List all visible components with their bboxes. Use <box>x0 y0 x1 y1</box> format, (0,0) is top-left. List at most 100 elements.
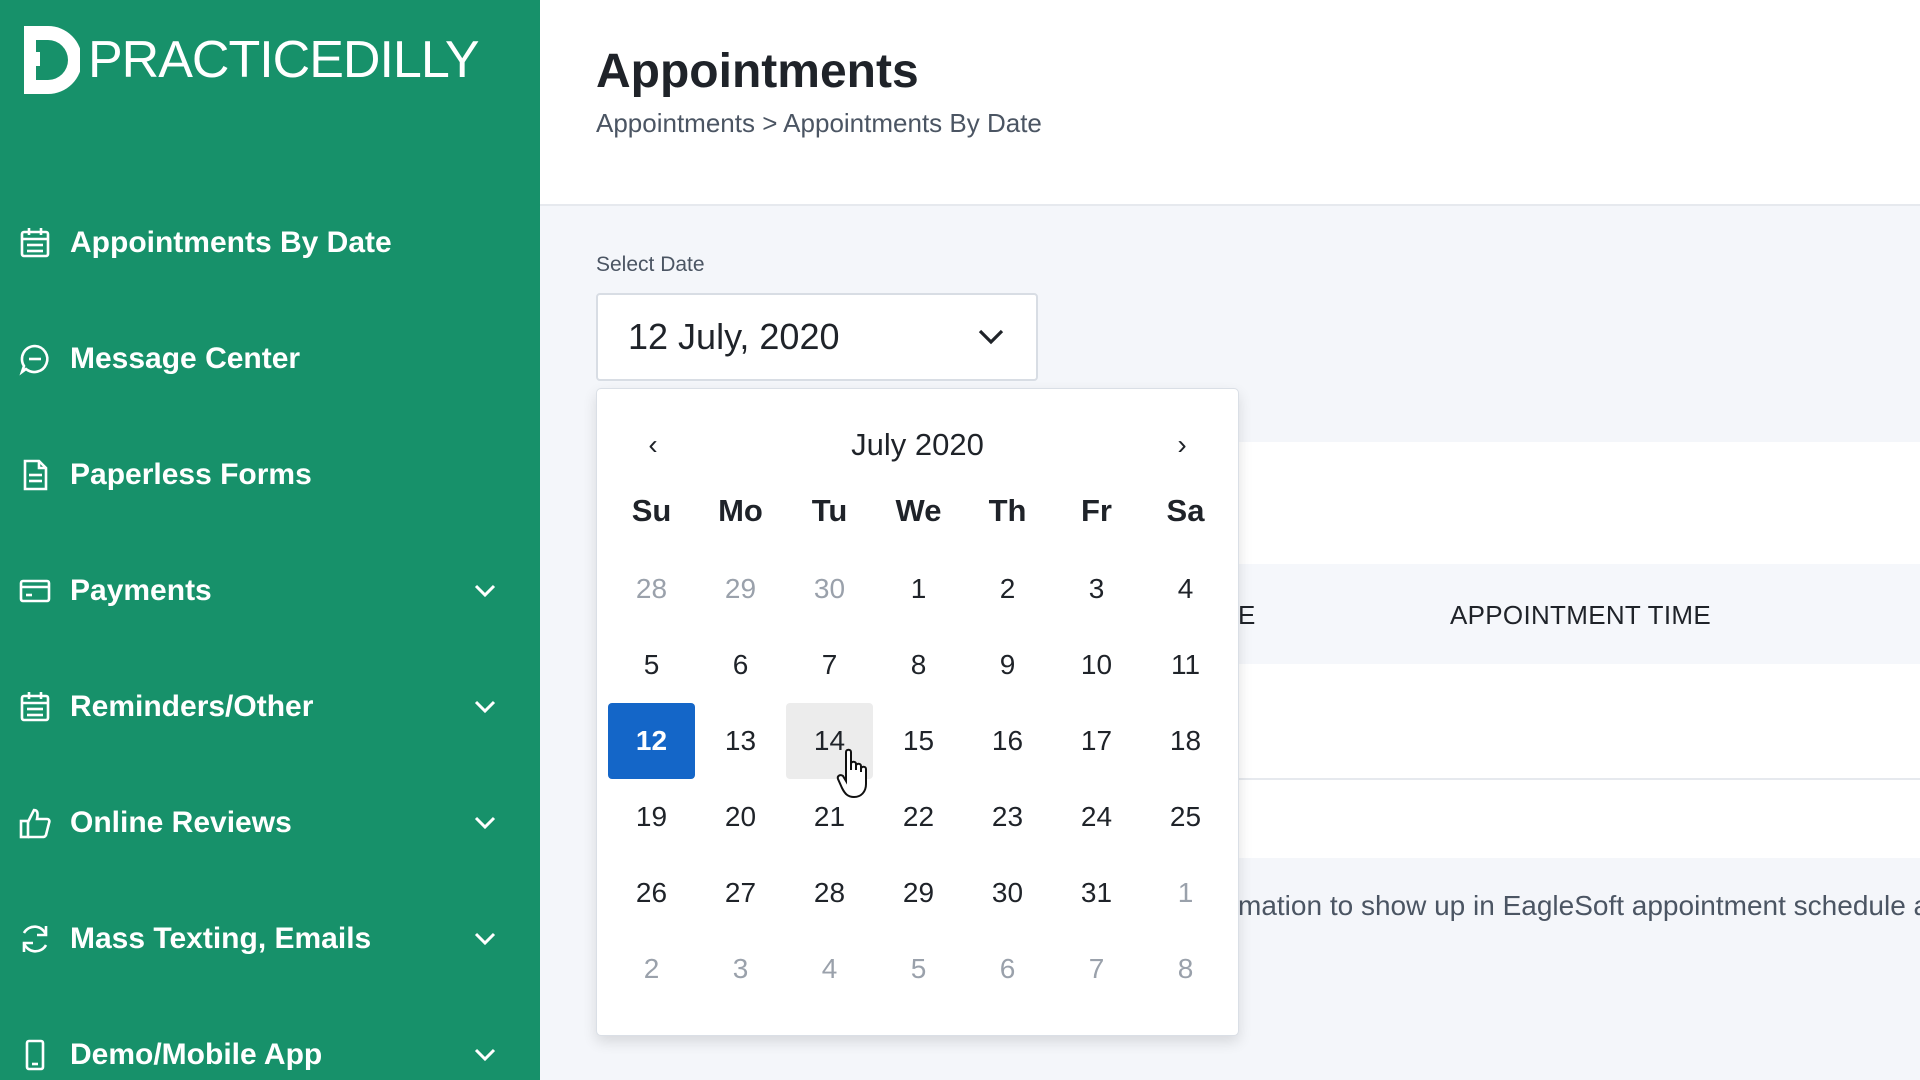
sidebar-item-payments[interactable]: Payments <box>0 533 540 649</box>
calendar-day-selected[interactable]: 12 <box>608 703 695 779</box>
sidebar-item-label: Reminders/Other <box>70 690 314 723</box>
sidebar-item-paperless-forms[interactable]: Paperless Forms <box>0 417 540 533</box>
calendar-day[interactable]: 15 <box>875 703 962 779</box>
info-note: mation to show up in EagleSoft appointme… <box>1238 890 1920 921</box>
sidebar-item-label: Demo/Mobile App <box>70 1038 323 1071</box>
calendar-day[interactable]: 31 <box>1053 855 1140 931</box>
select-date-label: Select Date <box>596 253 705 276</box>
calendar-day[interactable]: 1 <box>875 551 962 627</box>
calendar-day[interactable]: 17 <box>1053 703 1140 779</box>
sidebar-item-reminders-other[interactable]: Reminders/Other <box>0 649 540 765</box>
sidebar-nav: Appointments By Date Message Center Pape… <box>0 185 540 1080</box>
calendar-day[interactable]: 29 <box>875 855 962 931</box>
chevron-down-icon[interactable] <box>470 1040 500 1070</box>
calendar-day[interactable]: 18 <box>1142 703 1229 779</box>
sidebar-item-message-center[interactable]: Message Center <box>0 301 540 417</box>
calendar-day[interactable]: 26 <box>608 855 695 931</box>
sidebar-item-demo-mobile-app[interactable]: Demo/Mobile App <box>0 997 540 1080</box>
calendar-day[interactable]: 3 <box>1053 551 1140 627</box>
calendar-day[interactable]: 8 <box>1142 931 1229 1007</box>
calendar-day[interactable]: 10 <box>1053 627 1140 703</box>
calendar-day[interactable]: 6 <box>697 627 784 703</box>
calendar-day[interactable]: 5 <box>608 627 695 703</box>
appointments-table: E APPOINTMENT TIME <box>1238 442 1920 858</box>
credit-card-icon <box>18 574 52 608</box>
calendar-day[interactable]: 9 <box>964 627 1051 703</box>
chevron-down-icon <box>974 320 1008 354</box>
table-divider <box>1238 778 1920 780</box>
sidebar-item-label: Message Center <box>70 342 301 375</box>
calendar-month-title: July 2020 <box>851 427 984 462</box>
calendar-day[interactable]: 22 <box>875 779 962 855</box>
calendar-icon <box>18 226 52 260</box>
column-header-appointment-time[interactable]: APPOINTMENT TIME <box>1450 600 1711 631</box>
sidebar-item-label: Online Reviews <box>70 806 292 839</box>
chevron-down-icon[interactable] <box>470 692 500 722</box>
sidebar-item-label: Mass Texting, Emails <box>70 922 372 955</box>
chevron-down-icon[interactable] <box>470 808 500 838</box>
calendar-day[interactable]: 28 <box>608 551 695 627</box>
calendar-day[interactable]: 25 <box>1142 779 1229 855</box>
table-header-row: E APPOINTMENT TIME <box>1238 564 1920 664</box>
sidebar-item-mass-texting-emails[interactable]: Mass Texting, Emails <box>0 881 540 997</box>
sidebar-item-label: Paperless Forms <box>70 458 312 491</box>
column-header-partial: E <box>1238 600 1256 630</box>
calendar-day[interactable]: 5 <box>875 931 962 1007</box>
calendar-day[interactable]: 4 <box>786 931 873 1007</box>
mobile-phone-icon <box>18 1038 52 1072</box>
weekday-label: Tu <box>811 493 848 528</box>
sidebar: PRACTICEDILLY Appointments By Date Messa… <box>0 0 540 1080</box>
calendar-day[interactable]: 20 <box>697 779 784 855</box>
page-title: Appointments <box>596 45 919 98</box>
calendar-day[interactable]: 30 <box>786 551 873 627</box>
calendar-day[interactable]: 19 <box>608 779 695 855</box>
weekday-label: Th <box>988 493 1027 528</box>
calendar-day[interactable]: 3 <box>697 931 784 1007</box>
chat-bubble-icon <box>18 342 52 376</box>
calendar-day[interactable]: 7 <box>1053 931 1140 1007</box>
sidebar-item-online-reviews[interactable]: Online Reviews <box>0 765 540 881</box>
hand-pointer-cursor-icon <box>836 748 867 799</box>
document-icon <box>18 458 52 492</box>
calendar-icon <box>18 690 52 724</box>
practicedilly-logo-icon <box>18 26 80 94</box>
sidebar-item-label: Payments <box>70 574 212 607</box>
calendar-day[interactable]: 2 <box>608 931 695 1007</box>
selected-date-value: 12 July, 2020 <box>628 316 840 357</box>
calendar-day[interactable]: 24 <box>1053 779 1140 855</box>
next-month-button[interactable]: › <box>1162 425 1202 465</box>
calendar-day[interactable]: 6 <box>964 931 1051 1007</box>
date-select-dropdown[interactable]: 12 July, 2020 <box>596 293 1038 381</box>
weekday-label: Sa <box>1166 493 1205 528</box>
chevron-down-icon[interactable] <box>470 576 500 606</box>
calendar-day[interactable]: 2 <box>964 551 1051 627</box>
weekday-label: Mo <box>718 493 763 528</box>
calendar-day[interactable]: 13 <box>697 703 784 779</box>
calendar-day-grid: 28 29 30 1 2 3 4 5 6 7 8 9 10 11 12 13 14 15 16 17 18 19 20 21 2… <box>607 551 1230 1007</box>
thumbs-up-icon <box>18 806 52 840</box>
breadcrumb[interactable]: Appointments > Appointments By Date <box>596 108 1042 139</box>
calendar-popup: ‹ July 2020 › Su Mo Tu We Th Fr Sa 28 29 3… <box>596 388 1239 1036</box>
refresh-icon <box>18 922 52 956</box>
sidebar-item-appointments-by-date[interactable]: Appointments By Date <box>0 185 540 301</box>
weekday-label: Fr <box>1081 493 1112 528</box>
calendar-day[interactable]: 28 <box>786 855 873 931</box>
calendar-day[interactable]: 27 <box>697 855 784 931</box>
calendar-day[interactable]: 16 <box>964 703 1051 779</box>
calendar-day[interactable]: 30 <box>964 855 1051 931</box>
calendar-day[interactable]: 23 <box>964 779 1051 855</box>
weekday-label: We <box>895 493 942 528</box>
page-header: Appointments Appointments > Appointments… <box>540 0 1920 206</box>
sidebar-item-label: Appointments By Date <box>70 226 392 259</box>
calendar-day[interactable]: 4 <box>1142 551 1229 627</box>
weekday-header: Su Mo Tu We Th Fr Sa <box>607 489 1230 533</box>
calendar-day[interactable]: 8 <box>875 627 962 703</box>
calendar-day[interactable]: 7 <box>786 627 873 703</box>
calendar-day[interactable]: 29 <box>697 551 784 627</box>
weekday-label: Su <box>631 493 672 528</box>
calendar-day[interactable]: 11 <box>1142 627 1229 703</box>
chevron-down-icon[interactable] <box>470 924 500 954</box>
brand-logo[interactable]: PRACTICEDILLY <box>18 22 480 98</box>
calendar-day[interactable]: 1 <box>1142 855 1229 931</box>
brand-name: PRACTICEDILLY <box>88 31 480 89</box>
